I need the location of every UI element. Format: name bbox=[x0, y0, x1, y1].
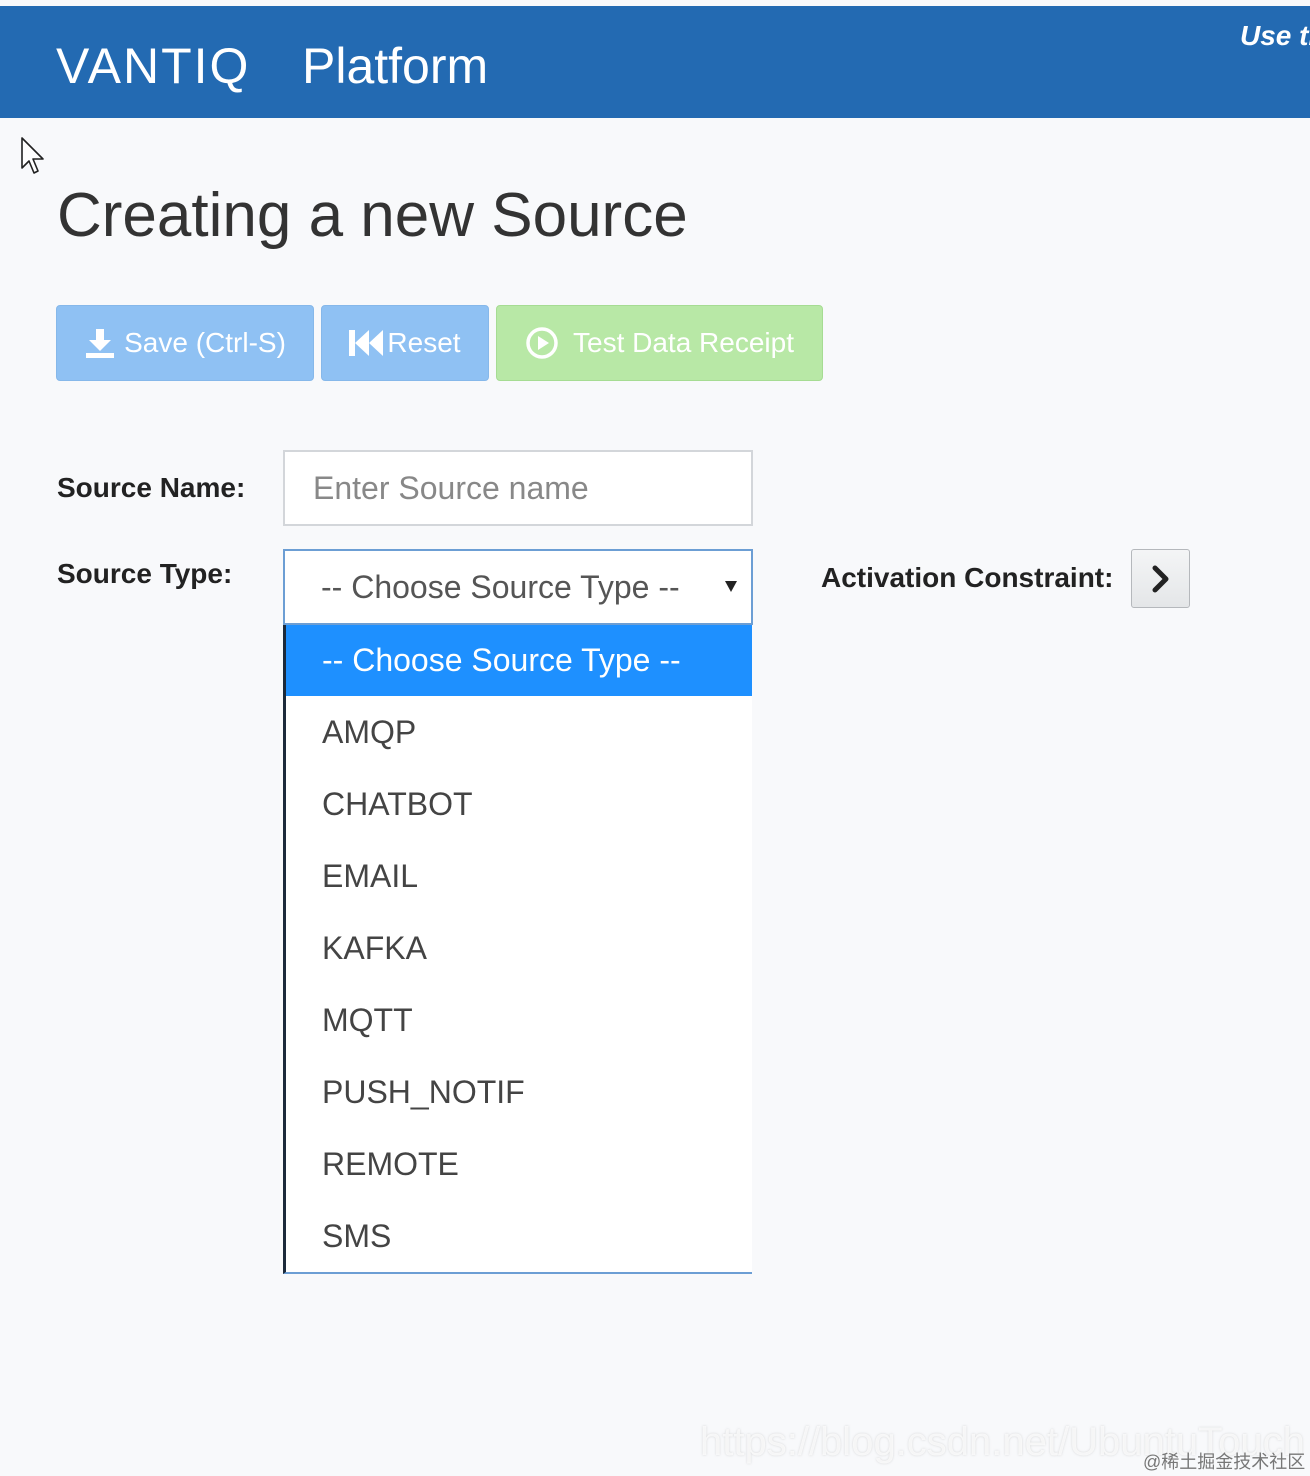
save-button-label: Save (Ctrl-S) bbox=[124, 327, 286, 358]
user-menu-link[interactable]: Use th bbox=[1240, 20, 1310, 52]
activation-constraint-button[interactable] bbox=[1131, 549, 1190, 608]
source-type-option-placeholder[interactable]: -- Choose Source Type -- bbox=[286, 625, 752, 696]
source-type-option-mqtt[interactable]: MQTT bbox=[286, 984, 752, 1056]
vantiq-logo[interactable]: VANTIQ bbox=[56, 36, 250, 96]
reset-button[interactable]: Reset bbox=[321, 305, 489, 381]
source-type-dropdown-list: -- Choose Source Type -- AMQP CHATBOT EM… bbox=[283, 625, 752, 1274]
page-title: Creating a new Source bbox=[57, 181, 688, 250]
source-type-selected-value: -- Choose Source Type -- bbox=[321, 568, 680, 605]
platform-label: Platform bbox=[302, 38, 489, 94]
source-type-option-email[interactable]: EMAIL bbox=[286, 840, 752, 912]
watermark-community: @稀土掘金技术社区 bbox=[1143, 1452, 1306, 1472]
source-type-option-sms[interactable]: SMS bbox=[286, 1200, 752, 1272]
source-type-label: Source Type: bbox=[57, 558, 233, 589]
source-type-option-amqp[interactable]: AMQP bbox=[286, 696, 752, 768]
source-type-option-push-notif[interactable]: PUSH_NOTIF bbox=[286, 1056, 752, 1128]
fast-backward-icon bbox=[349, 330, 384, 356]
source-type-select[interactable]: -- Choose Source Type -- bbox=[283, 549, 753, 625]
source-type-option-chatbot[interactable]: CHATBOT bbox=[286, 768, 752, 840]
test-button-label: Test Data Receipt bbox=[573, 327, 794, 358]
test-data-receipt-button[interactable]: Test Data Receipt bbox=[496, 305, 823, 381]
mouse-cursor-icon bbox=[21, 137, 44, 174]
top-navbar: VANTIQ Platform Use th bbox=[0, 6, 1310, 118]
activation-constraint-label: Activation Constraint: bbox=[821, 562, 1114, 593]
dropdown-arrow-icon bbox=[725, 581, 737, 592]
save-button[interactable]: Save (Ctrl-S) bbox=[56, 305, 314, 381]
source-type-option-kafka[interactable]: KAFKA bbox=[286, 912, 752, 984]
source-name-input[interactable] bbox=[283, 450, 753, 526]
source-name-label: Source Name: bbox=[57, 472, 246, 503]
reset-button-label: Reset bbox=[387, 327, 461, 358]
chevron-right-icon bbox=[1152, 565, 1168, 592]
play-circle-icon bbox=[526, 327, 558, 359]
source-type-option-remote[interactable]: REMOTE bbox=[286, 1128, 752, 1200]
download-icon bbox=[86, 329, 115, 358]
logo-wordmark: VANTIQ bbox=[56, 38, 251, 94]
